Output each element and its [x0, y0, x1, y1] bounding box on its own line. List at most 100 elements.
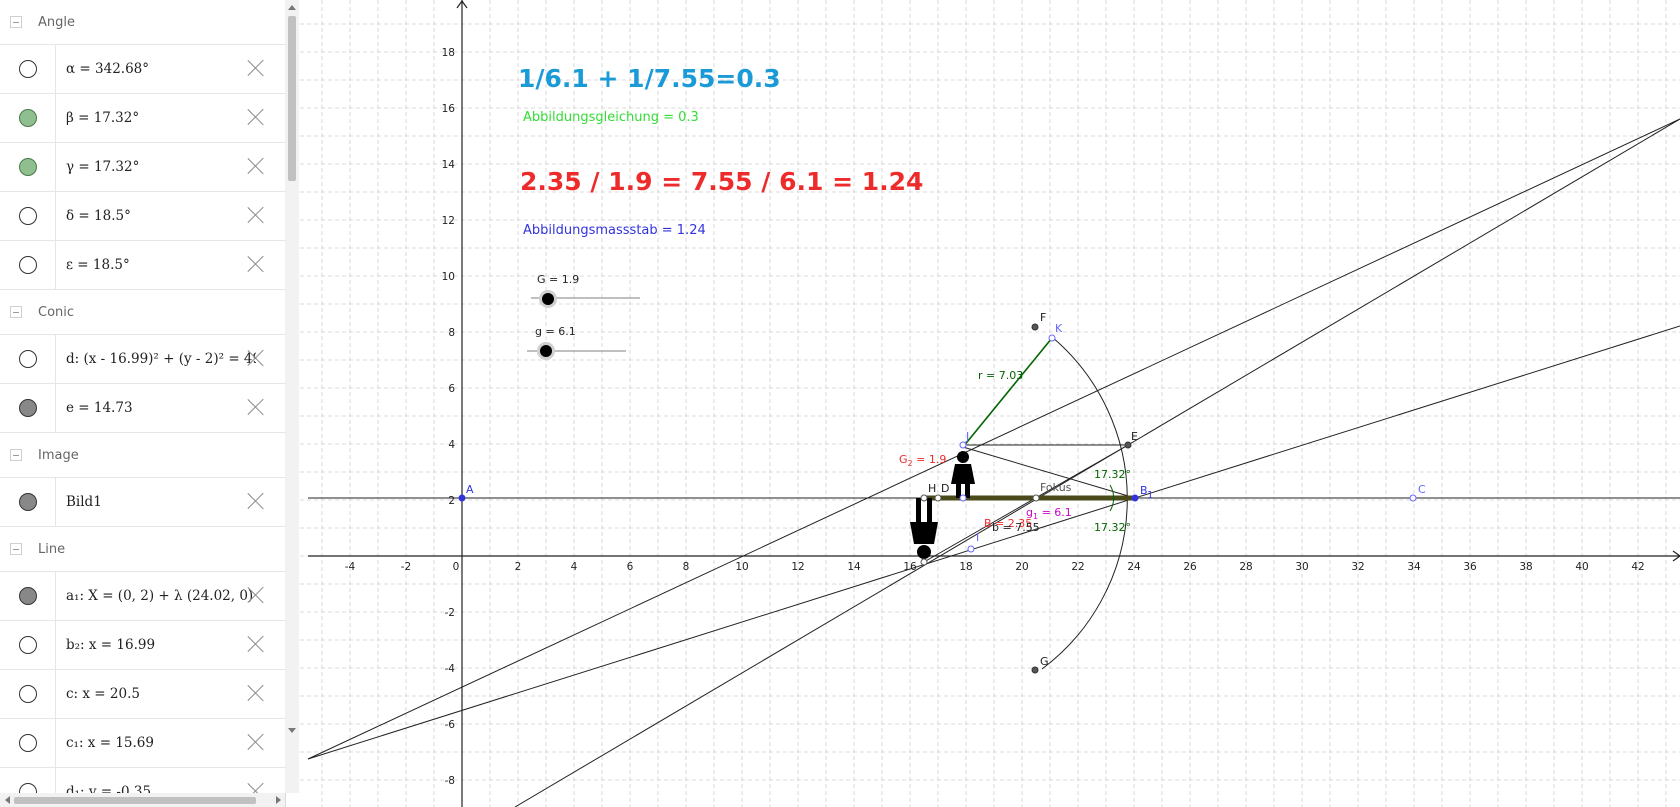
- algebra-item[interactable]: b₂: x = 16.99: [0, 621, 285, 670]
- scroll-down-arrow-icon[interactable]: [285, 723, 299, 737]
- algebra-item-text[interactable]: e = 14.73: [56, 400, 256, 416]
- construction-point[interactable]: [959, 494, 967, 502]
- slider-object-height-knob[interactable]: [542, 293, 554, 305]
- algebra-item[interactable]: c: x = 20.5: [0, 670, 285, 719]
- person-upright-icon[interactable]: [951, 451, 975, 498]
- scroll-up-arrow-icon[interactable]: [285, 0, 299, 14]
- algebra-item[interactable]: α = 342.68°: [0, 45, 285, 94]
- algebra-item-text[interactable]: δ = 18.5°: [56, 208, 256, 224]
- algebra-item-text[interactable]: Bild1: [56, 494, 256, 510]
- delete-x-icon[interactable]: [247, 108, 265, 126]
- visibility-marble-icon[interactable]: [18, 109, 37, 127]
- visibility-toggle[interactable]: [0, 572, 56, 620]
- algebra-list: Angle α = 342.68° β = 17.32° γ = 17.32° δ = …: [0, 0, 285, 807]
- collapse-minus-icon[interactable]: [10, 16, 22, 28]
- delete-x-icon[interactable]: [247, 255, 265, 273]
- visibility-marble-icon[interactable]: [18, 60, 37, 78]
- visibility-marble-icon[interactable]: [18, 493, 37, 511]
- algebra-item[interactable]: Bild1: [0, 478, 285, 527]
- group-header-angle[interactable]: Angle: [0, 0, 285, 45]
- slider-object-distance[interactable]: g = 6.1: [527, 325, 626, 360]
- visibility-toggle[interactable]: [0, 143, 56, 191]
- algebra-item-text[interactable]: a₁: X = (0, 2) + λ (24.02, 0): [56, 588, 256, 604]
- group-header-image[interactable]: Image: [0, 433, 285, 478]
- construction-point[interactable]: [920, 494, 928, 502]
- construction-point[interactable]: [1032, 494, 1040, 502]
- algebra-item-text[interactable]: α = 342.68°: [56, 61, 256, 77]
- algebra-item[interactable]: d: (x - 16.99)² + (y - 2)² = 49.43: [0, 335, 285, 384]
- delete-x-icon[interactable]: [247, 398, 265, 416]
- collapse-minus-icon[interactable]: [10, 449, 22, 461]
- visibility-toggle[interactable]: [0, 94, 56, 142]
- radius-segment-r[interactable]: [962, 337, 1053, 448]
- visibility-toggle[interactable]: [0, 335, 56, 383]
- visibility-marble-icon[interactable]: [18, 734, 37, 752]
- delete-x-icon[interactable]: [247, 349, 265, 367]
- horizontal-scroll-thumb[interactable]: [14, 797, 256, 804]
- visibility-marble-icon[interactable]: [18, 350, 37, 368]
- algebra-item-text[interactable]: c: x = 20.5: [56, 686, 256, 702]
- collapse-minus-icon[interactable]: [10, 543, 22, 555]
- scroll-right-arrow-icon[interactable]: [271, 793, 285, 807]
- algebra-item-text[interactable]: γ = 17.32°: [56, 159, 256, 175]
- visibility-marble-icon[interactable]: [18, 587, 37, 605]
- delete-x-icon[interactable]: [247, 59, 265, 77]
- ray-line-upper[interactable]: [307, 118, 1680, 760]
- algebra-item[interactable]: ε = 18.5°: [0, 241, 285, 290]
- visibility-toggle[interactable]: [0, 384, 56, 432]
- construction-point[interactable]: [934, 494, 942, 502]
- algebra-item-text[interactable]: b₂: x = 16.99: [56, 637, 256, 653]
- visibility-toggle[interactable]: [0, 241, 56, 289]
- algebra-item[interactable]: c₁: x = 15.69: [0, 719, 285, 768]
- algebra-item[interactable]: β = 17.32°: [0, 94, 285, 143]
- visibility-marble-icon[interactable]: [18, 158, 37, 176]
- delete-x-icon[interactable]: [247, 206, 265, 224]
- vertical-scroll-thumb[interactable]: [288, 16, 296, 181]
- group-header-line[interactable]: Line: [0, 527, 285, 572]
- visibility-toggle[interactable]: [0, 192, 56, 240]
- delete-x-icon[interactable]: [247, 492, 265, 510]
- delete-x-icon[interactable]: [247, 586, 265, 604]
- visibility-marble-icon[interactable]: [18, 685, 37, 703]
- slider-object-distance-knob[interactable]: [540, 345, 552, 357]
- visibility-toggle[interactable]: [0, 719, 56, 767]
- algebra-item-text[interactable]: ε = 18.5°: [56, 257, 256, 273]
- visibility-marble-icon[interactable]: [18, 636, 37, 654]
- algebra-item[interactable]: e = 14.73: [0, 384, 285, 433]
- delete-x-icon[interactable]: [247, 684, 265, 702]
- visibility-marble-icon[interactable]: [18, 256, 37, 274]
- visibility-marble-icon[interactable]: [18, 207, 37, 225]
- construction-point[interactable]: [920, 558, 928, 566]
- collapse-minus-icon[interactable]: [10, 306, 22, 318]
- algebra-item[interactable]: δ = 18.5°: [0, 192, 285, 241]
- algebra-vertical-scrollbar[interactable]: [285, 0, 299, 793]
- algebra-item-text[interactable]: β = 17.32°: [56, 110, 256, 126]
- delete-x-icon[interactable]: [247, 157, 265, 175]
- algebra-item[interactable]: γ = 17.32°: [0, 143, 285, 192]
- delete-x-icon[interactable]: [247, 733, 265, 751]
- algebra-item-text[interactable]: c₁: x = 15.69: [56, 735, 256, 751]
- segment-focus-e[interactable]: [923, 444, 1129, 563]
- construction-point[interactable]: [967, 545, 975, 553]
- scroll-left-arrow-icon[interactable]: [0, 793, 14, 807]
- person-inverted-icon[interactable]: [910, 498, 938, 559]
- group-header-conic[interactable]: Conic: [0, 290, 285, 335]
- construction-point[interactable]: [1131, 494, 1139, 502]
- algebra-item-text[interactable]: d: (x - 16.99)² + (y - 2)² = 49.43: [56, 351, 256, 367]
- visibility-toggle[interactable]: [0, 621, 56, 669]
- construction-point[interactable]: [458, 494, 466, 502]
- algebra-horizontal-scrollbar[interactable]: [0, 793, 285, 807]
- visibility-toggle[interactable]: [0, 478, 56, 526]
- visibility-toggle[interactable]: [0, 45, 56, 93]
- graphics-view[interactable]: -4 -2 0 2 4 6 8 10 12 14 16 18 20 22 24 26 28 30 32 34 36 38 4…: [300, 0, 1680, 807]
- construction-point[interactable]: [1409, 494, 1417, 502]
- slider-object-height[interactable]: G = 1.9: [531, 273, 640, 308]
- construction-point[interactable]: [1031, 666, 1039, 674]
- visibility-toggle[interactable]: [0, 670, 56, 718]
- algebra-item[interactable]: a₁: X = (0, 2) + λ (24.02, 0): [0, 572, 285, 621]
- construction-point[interactable]: [1031, 323, 1039, 331]
- arc-circle-d[interactable]: [1041, 336, 1128, 670]
- delete-x-icon[interactable]: [247, 635, 265, 653]
- construction-point[interactable]: [1048, 334, 1056, 342]
- visibility-marble-icon[interactable]: [18, 399, 37, 417]
